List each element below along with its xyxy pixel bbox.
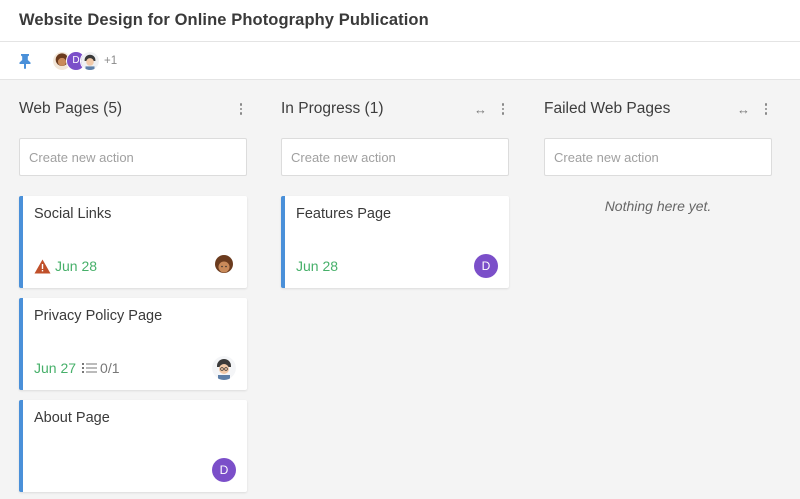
- avatar-initial[interactable]: D: [212, 458, 236, 482]
- expand-width-icon[interactable]: ↔: [737, 103, 750, 116]
- column-in-progress: In Progress (1) ↔ Features Page Jun 28 D: [281, 80, 509, 288]
- kanban-board: Web Pages (5) Social Links Jun 28 Privac…: [0, 80, 800, 499]
- extra-members-count: +1: [104, 54, 118, 67]
- column-title: Failed Web Pages: [544, 100, 671, 117]
- column-header: Failed Web Pages ↔: [544, 80, 772, 138]
- avatar-glasses: [80, 50, 100, 71]
- create-action-input[interactable]: [544, 138, 772, 176]
- card-title: Features Page: [296, 206, 392, 222]
- card-title: About Page: [34, 410, 110, 426]
- card-footer: Jun 28: [296, 258, 338, 274]
- card-features-page[interactable]: Features Page Jun 28 D: [281, 196, 509, 288]
- member-avatars[interactable]: D +1: [52, 50, 118, 71]
- column-header: In Progress (1) ↔: [281, 80, 509, 138]
- column-failed-web-pages: Failed Web Pages ↔ Nothing here yet.: [544, 80, 772, 214]
- card-social-links[interactable]: Social Links Jun 28: [19, 196, 247, 288]
- column-title: Web Pages (5): [19, 100, 123, 117]
- avatar-glasses[interactable]: [212, 356, 236, 380]
- column-header: Web Pages (5): [19, 80, 247, 138]
- warning-icon: [34, 259, 51, 273]
- card-about-page[interactable]: About Page D: [19, 400, 247, 492]
- column-web-pages: Web Pages (5) Social Links Jun 28 Privac…: [19, 80, 247, 492]
- card-title: Social Links: [34, 206, 112, 222]
- create-action-input[interactable]: [19, 138, 247, 176]
- checklist-icon: [82, 363, 98, 373]
- checklist-count: 0/1: [82, 360, 120, 376]
- avatar-curly-hair[interactable]: [212, 254, 236, 278]
- pin-icon[interactable]: [16, 52, 34, 70]
- more-options-icon[interactable]: [239, 103, 243, 115]
- due-date: Jun 28: [296, 258, 339, 274]
- card-title: Privacy Policy Page: [34, 308, 163, 324]
- project-toolbar: D +1: [0, 42, 800, 80]
- column-title: In Progress (1): [281, 100, 384, 117]
- more-options-icon[interactable]: [501, 103, 505, 115]
- expand-width-icon[interactable]: ↔: [474, 103, 487, 116]
- card-privacy-policy[interactable]: Privacy Policy Page Jun 27 0/1: [19, 298, 247, 390]
- card-footer: Jun 28: [34, 258, 97, 274]
- create-action-input[interactable]: [281, 138, 509, 176]
- due-date: Jun 28: [55, 258, 98, 274]
- card-footer: Jun 27 0/1: [34, 360, 120, 376]
- more-options-icon[interactable]: [764, 103, 768, 115]
- page-title: Website Design for Online Photography Pu…: [19, 11, 429, 29]
- avatar-initial[interactable]: D: [474, 254, 498, 278]
- page-header: Website Design for Online Photography Pu…: [0, 0, 800, 42]
- empty-state-text: Nothing here yet.: [604, 198, 712, 214]
- due-date: Jun 27: [34, 360, 77, 376]
